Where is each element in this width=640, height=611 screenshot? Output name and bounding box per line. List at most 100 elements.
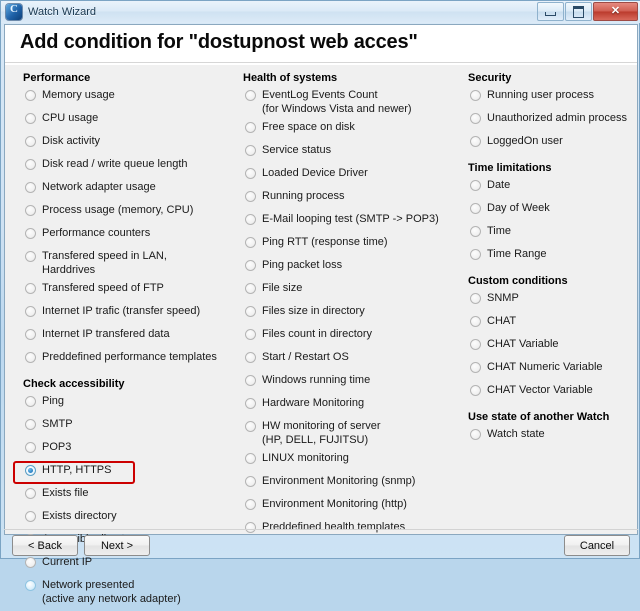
radio-option-network-presented[interactable]: Network presented (active any network ada… xyxy=(20,579,240,606)
radio-button-icon[interactable] xyxy=(245,522,256,533)
radio-option-service-status[interactable]: Service status xyxy=(240,144,465,162)
radio-button-icon[interactable] xyxy=(25,251,36,262)
radio-option-loggedon-user[interactable]: LoggedOn user xyxy=(465,135,640,153)
title-bar[interactable]: Watch Wizard ✕ xyxy=(1,1,640,23)
radio-button-icon[interactable] xyxy=(25,182,36,193)
radio-button-icon[interactable] xyxy=(470,249,481,260)
radio-button-icon[interactable] xyxy=(245,260,256,271)
radio-button-icon[interactable] xyxy=(245,453,256,464)
radio-button-icon[interactable] xyxy=(245,283,256,294)
radio-button-icon[interactable] xyxy=(470,90,481,101)
radio-option-pop3[interactable]: POP3 xyxy=(20,441,240,459)
radio-button-icon[interactable] xyxy=(25,329,36,340)
radio-button-icon[interactable] xyxy=(245,476,256,487)
radio-option-exists-directory[interactable]: Exists directory xyxy=(20,510,240,528)
radio-button-icon[interactable] xyxy=(470,339,481,350)
radio-button-icon[interactable] xyxy=(25,90,36,101)
radio-option-start-restart-os[interactable]: Start / Restart OS xyxy=(240,351,465,369)
radio-button-icon[interactable] xyxy=(245,90,256,101)
radio-button-icon[interactable] xyxy=(245,214,256,225)
radio-button-icon[interactable] xyxy=(245,237,256,248)
radio-option-loaded-device-driver[interactable]: Loaded Device Driver xyxy=(240,167,465,185)
radio-option-chat-variable[interactable]: CHAT Variable xyxy=(465,338,640,356)
radio-button-icon[interactable] xyxy=(245,352,256,363)
radio-option-preddefined-performance-templates[interactable]: Preddefined performance templates xyxy=(20,351,240,369)
radio-option-http-https[interactable]: HTTP, HTTPS xyxy=(20,464,240,482)
radio-option-unauthorized-admin-process[interactable]: Unauthorized admin process xyxy=(465,112,640,130)
radio-button-icon[interactable] xyxy=(25,283,36,294)
radio-button-icon[interactable] xyxy=(470,136,481,147)
radio-option-e-mail-looping-test-smtp-pop3[interactable]: E-Mail looping test (SMTP -> POP3) xyxy=(240,213,465,231)
radio-option-linux-monitoring[interactable]: LINUX monitoring xyxy=(240,452,465,470)
radio-option-eventlog-events-count[interactable]: EventLog Events Count (for Windows Vista … xyxy=(240,89,465,116)
radio-button-icon[interactable] xyxy=(245,375,256,386)
radio-button-icon[interactable] xyxy=(25,511,36,522)
radio-option-time-range[interactable]: Time Range xyxy=(465,248,640,266)
radio-button-icon[interactable] xyxy=(25,205,36,216)
radio-option-files-size-in-directory[interactable]: Files size in directory xyxy=(240,305,465,323)
radio-button-icon[interactable] xyxy=(25,442,36,453)
radio-option-cpu-usage[interactable]: CPU usage xyxy=(20,112,240,130)
radio-button-icon[interactable] xyxy=(25,580,36,591)
radio-button-icon[interactable] xyxy=(25,352,36,363)
radio-button-icon[interactable] xyxy=(245,145,256,156)
radio-option-process-usage-memory-cpu[interactable]: Process usage (memory, CPU) xyxy=(20,204,240,222)
radio-option-files-count-in-directory[interactable]: Files count in directory xyxy=(240,328,465,346)
radio-button-icon[interactable] xyxy=(25,306,36,317)
radio-button-icon[interactable] xyxy=(245,329,256,340)
radio-button-icon[interactable] xyxy=(25,396,36,407)
radio-option-environment-monitoring-http[interactable]: Environment Monitoring (http) xyxy=(240,498,465,516)
radio-option-day-of-week[interactable]: Day of Week xyxy=(465,202,640,220)
radio-option-windows-running-time[interactable]: Windows running time xyxy=(240,374,465,392)
radio-option-ping-rtt-response-time[interactable]: Ping RTT (response time) xyxy=(240,236,465,254)
radio-option-exists-file[interactable]: Exists file xyxy=(20,487,240,505)
radio-option-environment-monitoring-snmp[interactable]: Environment Monitoring (snmp) xyxy=(240,475,465,493)
radio-button-icon[interactable] xyxy=(245,168,256,179)
maximize-button[interactable] xyxy=(565,2,592,21)
radio-button-icon[interactable] xyxy=(25,136,36,147)
radio-option-running-user-process[interactable]: Running user process xyxy=(465,89,640,107)
radio-option-file-size[interactable]: File size xyxy=(240,282,465,300)
radio-option-network-adapter-usage[interactable]: Network adapter usage xyxy=(20,181,240,199)
radio-button-icon[interactable] xyxy=(470,362,481,373)
radio-option-running-process[interactable]: Running process xyxy=(240,190,465,208)
radio-option-chat-numeric-variable[interactable]: CHAT Numeric Variable xyxy=(465,361,640,379)
minimize-button[interactable] xyxy=(537,2,564,21)
radio-option-chat[interactable]: CHAT xyxy=(465,315,640,333)
radio-button-icon[interactable] xyxy=(245,398,256,409)
radio-option-transfered-speed-in-lan[interactable]: Transfered speed in LAN, Harddrives xyxy=(20,250,240,277)
radio-button-icon[interactable] xyxy=(470,203,481,214)
radio-option-memory-usage[interactable]: Memory usage xyxy=(20,89,240,107)
radio-button-icon[interactable] xyxy=(470,180,481,191)
radio-button-icon[interactable] xyxy=(245,421,256,432)
radio-button-icon[interactable] xyxy=(470,316,481,327)
radio-button-icon[interactable] xyxy=(25,113,36,124)
radio-option-hardware-monitoring[interactable]: Hardware Monitoring xyxy=(240,397,465,415)
radio-button-icon[interactable] xyxy=(470,429,481,440)
radio-button-icon[interactable] xyxy=(245,499,256,510)
close-button[interactable]: ✕ xyxy=(593,2,638,21)
radio-option-ping[interactable]: Ping xyxy=(20,395,240,413)
radio-button-icon[interactable] xyxy=(470,113,481,124)
radio-option-internet-ip-trafic-transfer-speed[interactable]: Internet IP trafic (transfer speed) xyxy=(20,305,240,323)
radio-option-disk-read-write-queue-length[interactable]: Disk read / write queue length xyxy=(20,158,240,176)
radio-button-icon[interactable] xyxy=(25,465,36,476)
radio-option-transfered-speed-of-ftp[interactable]: Transfered speed of FTP xyxy=(20,282,240,300)
radio-option-smtp[interactable]: SMTP xyxy=(20,418,240,436)
radio-option-snmp[interactable]: SNMP xyxy=(465,292,640,310)
radio-button-icon[interactable] xyxy=(25,488,36,499)
cancel-button[interactable]: Cancel xyxy=(564,535,630,556)
back-button[interactable]: < Back xyxy=(12,535,78,556)
radio-button-icon[interactable] xyxy=(470,226,481,237)
radio-button-icon[interactable] xyxy=(25,228,36,239)
radio-button-icon[interactable] xyxy=(470,293,481,304)
radio-button-icon[interactable] xyxy=(25,419,36,430)
radio-button-icon[interactable] xyxy=(245,122,256,133)
radio-button-icon[interactable] xyxy=(245,191,256,202)
radio-option-hw-monitoring-of-server[interactable]: HW monitoring of server (HP, DELL, FUJITS… xyxy=(240,420,465,447)
next-button[interactable]: Next > xyxy=(84,535,150,556)
radio-option-internet-ip-transfered-data[interactable]: Internet IP transfered data xyxy=(20,328,240,346)
radio-button-icon[interactable] xyxy=(25,159,36,170)
radio-option-date[interactable]: Date xyxy=(465,179,640,197)
radio-option-performance-counters[interactable]: Performance counters xyxy=(20,227,240,245)
